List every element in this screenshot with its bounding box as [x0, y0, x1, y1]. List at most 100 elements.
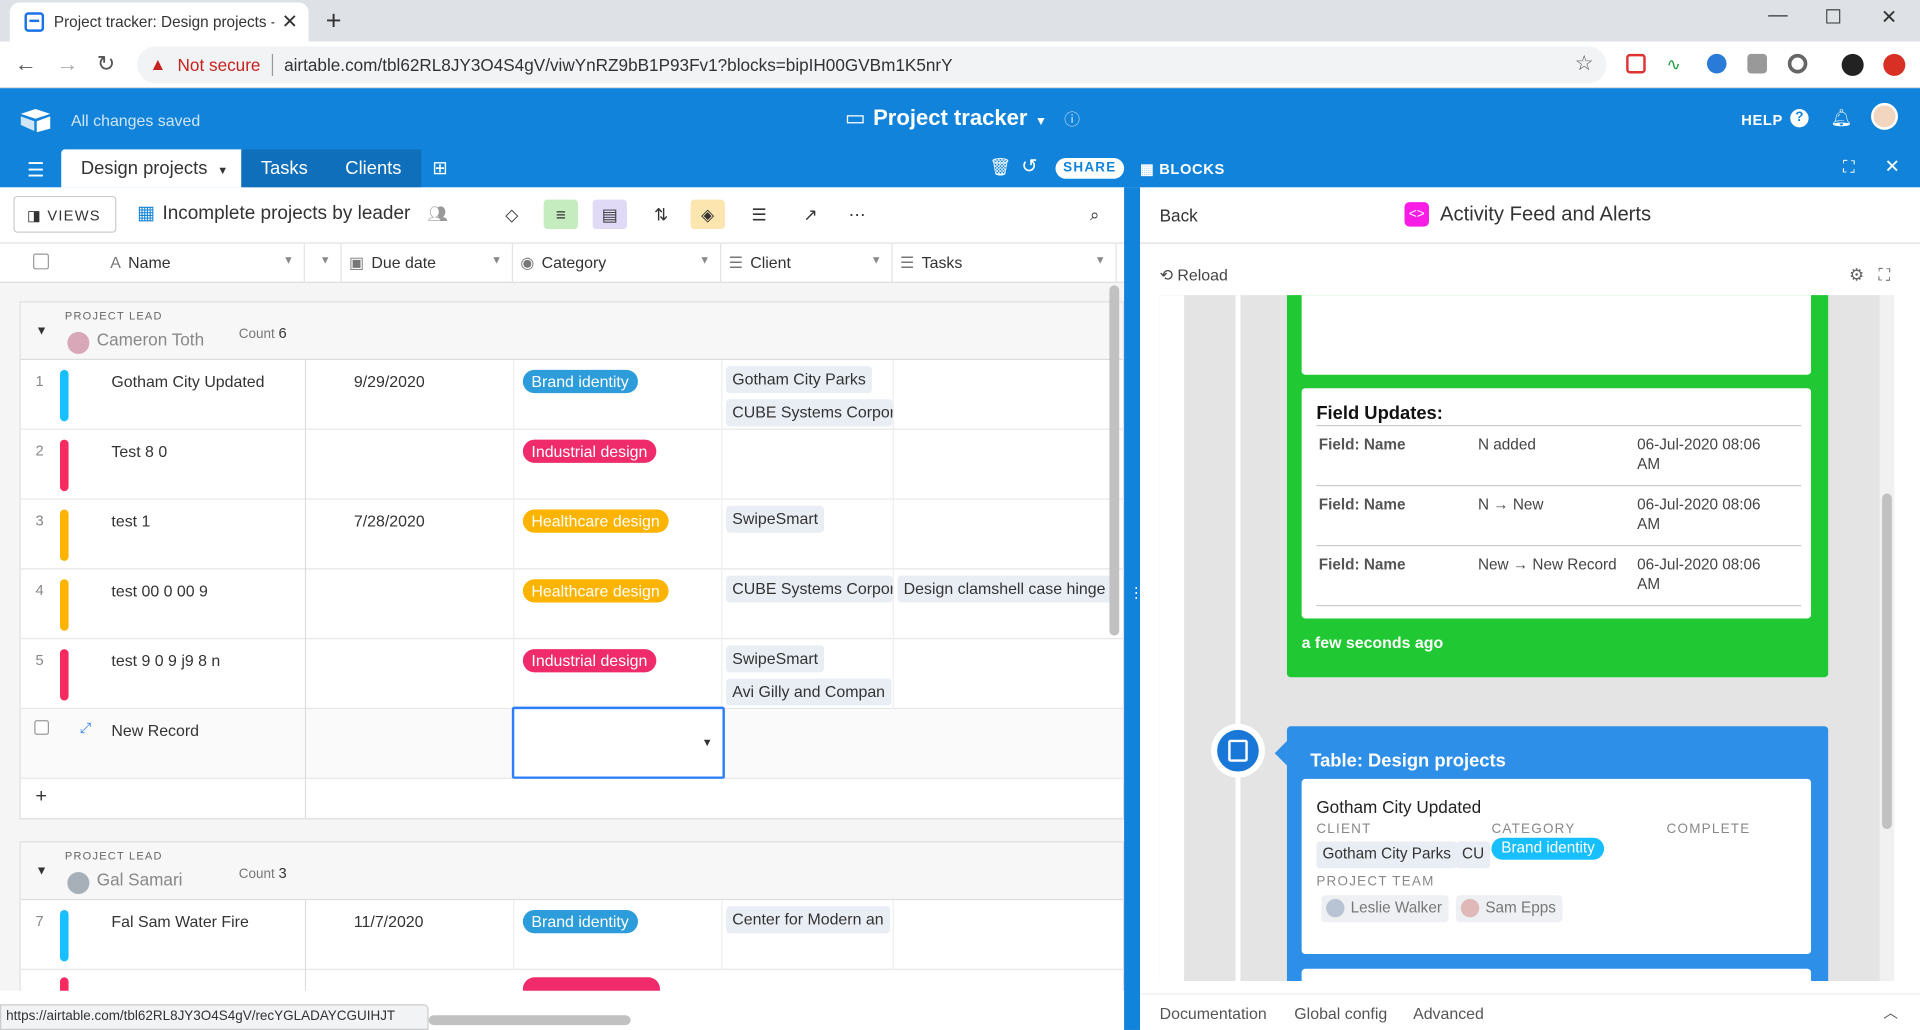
hide-fields-icon[interactable]: ◇: [495, 200, 529, 229]
category-pill[interactable]: Healthcare design: [522, 509, 669, 533]
extension-camera-icon[interactable]: [1747, 53, 1767, 74]
back-arrow-icon[interactable]: ←: [15, 51, 37, 77]
base-title[interactable]: ▭ Project tracker ▼ ⓘ: [845, 105, 1080, 131]
feed-scrollbar-track[interactable]: [1879, 295, 1895, 981]
column-header-client[interactable]: ☰ Client ▼: [721, 243, 893, 283]
collapse-caret-icon[interactable]: ▼: [36, 865, 48, 878]
column-header-name[interactable]: A Name ▼: [103, 243, 305, 283]
minimize-icon[interactable]: —: [1768, 5, 1788, 27]
tab-design-projects[interactable]: Design projects ▼: [61, 149, 248, 188]
table-row[interactable]: 1 Gotham City Updated 9/29/2020 Brand ident…: [20, 360, 1123, 430]
record-box[interactable]: Gotham City Updated CLIENT CATEGORY COMP…: [1301, 778, 1812, 955]
security-label[interactable]: Not secure: [178, 55, 261, 75]
color-bucket-icon[interactable]: ◈: [690, 199, 725, 230]
sort-icon[interactable]: ⇅: [644, 200, 678, 229]
task-chip[interactable]: Design clamshell case hinge: [897, 575, 1112, 603]
table-row[interactable]: 7 Fal Sam Water Fire 11/7/2020 Brand identi…: [20, 900, 1123, 970]
select-all-checkbox[interactable]: [33, 253, 49, 270]
feed-scrollbar-thumb[interactable]: [1882, 493, 1892, 830]
collapse-caret-icon[interactable]: ▼: [36, 325, 48, 338]
record-name[interactable]: Gotham City Updated: [111, 372, 264, 390]
row-checkbox[interactable]: [34, 720, 49, 735]
close-tab-icon[interactable]: ✕: [282, 10, 298, 34]
browser-tab[interactable]: Project tracker: Design projects - ✕: [9, 2, 309, 42]
grid-scrollbar[interactable]: [1109, 285, 1120, 636]
hamburger-menu-icon[interactable]: ☰: [27, 158, 45, 182]
horizontal-scrollbar[interactable]: [428, 1015, 631, 1026]
update-icon[interactable]: [1883, 53, 1906, 76]
category-cell-editor[interactable]: ▼: [511, 706, 725, 779]
extension-circle-icon[interactable]: [1787, 53, 1808, 74]
due-date[interactable]: 9/29/2020: [354, 372, 425, 390]
column-header-category[interactable]: ◉ Category ▼: [513, 243, 722, 283]
more-options-icon[interactable]: ⋯: [840, 200, 874, 229]
reload-button[interactable]: ⟲ Reload: [1160, 266, 1228, 286]
notification-bell-icon[interactable]: 🔔︎: [1831, 108, 1853, 129]
user-avatar[interactable]: [1871, 102, 1898, 130]
table-row[interactable]: 4 test 00 0 00 9 Healthcare design CUBE Sys…: [20, 569, 1123, 640]
forward-arrow-icon[interactable]: →: [56, 51, 78, 77]
client-chip[interactable]: Avi Gilly and Compan: [726, 678, 892, 706]
client-chip[interactable]: SwipeSmart: [726, 505, 825, 533]
client-chip[interactable]: Center for Modern an: [726, 906, 890, 934]
settings-gear-icon[interactable]: ⚙: [1849, 265, 1864, 286]
blocks-label[interactable]: ▦ BLOCKS: [1140, 160, 1225, 177]
due-date[interactable]: 7/28/2020: [354, 512, 425, 530]
share-view-icon[interactable]: ↗: [793, 200, 827, 229]
group-header[interactable]: ▼ PROJECT LEAD Cameron Toth Count 6: [20, 302, 1123, 361]
category-pill[interactable]: Industrial design: [522, 439, 656, 463]
record-name[interactable]: test 9 0 9 j9 8 n: [111, 652, 220, 670]
back-button[interactable]: Back: [1160, 206, 1198, 226]
expand-icon[interactable]: ⛶: [1878, 265, 1890, 286]
group-icon[interactable]: ▤: [592, 199, 627, 230]
table-row[interactable]: 5 test 9 0 9 j9 8 n Industrial design Swipe…: [20, 639, 1123, 710]
pane-resize-handle[interactable]: ⋮: [1124, 187, 1144, 1030]
record-name[interactable]: test 00 0 00 9: [111, 582, 207, 600]
close-blocks-icon[interactable]: ✕: [1885, 156, 1900, 178]
tab-tasks[interactable]: Tasks: [241, 149, 328, 188]
column-header-due-date[interactable]: ▣ Due date ▼: [342, 243, 514, 283]
search-icon[interactable]: ⌕: [1078, 200, 1112, 229]
table-row[interactable]: [20, 969, 1123, 991]
table-row[interactable]: 3 test 1 7/28/2020 Healthcare design SwipeSm…: [20, 499, 1123, 570]
trash-icon[interactable]: 🗑︎: [989, 157, 1011, 178]
category-pill[interactable]: Industrial design: [522, 649, 656, 673]
maximize-icon[interactable]: ☐: [1825, 5, 1843, 29]
record-name[interactable]: test 1: [111, 512, 150, 530]
category-pill[interactable]: Healthcare design: [522, 579, 669, 603]
new-tab-icon[interactable]: +: [326, 5, 342, 37]
record-name[interactable]: New Record: [111, 721, 199, 739]
table-row[interactable]: 2 Test 8 0 Industrial design: [20, 429, 1123, 500]
window-close-icon[interactable]: ✕: [1881, 5, 1897, 29]
extension-pulse-icon[interactable]: ∿: [1667, 54, 1687, 74]
add-record-row[interactable]: +: [20, 778, 1123, 819]
tab-clients[interactable]: Clients: [325, 149, 422, 188]
advanced-link[interactable]: Advanced: [1413, 1004, 1484, 1022]
info-icon[interactable]: ⓘ: [1064, 110, 1080, 128]
view-name[interactable]: ▦ Incomplete projects by leader 👥︎: [137, 202, 448, 225]
due-date[interactable]: 11/7/2020: [354, 912, 424, 930]
bookmark-star-icon[interactable]: ☆: [1575, 51, 1594, 75]
global-config-link[interactable]: Global config: [1294, 1004, 1387, 1022]
filter-icon[interactable]: ≡: [543, 199, 578, 230]
add-table-icon[interactable]: ⊞: [432, 157, 447, 179]
category-pill[interactable]: Brand identity: [522, 369, 638, 394]
fullscreen-icon[interactable]: ⛶: [1843, 157, 1855, 178]
extension-globe-icon[interactable]: [1706, 53, 1727, 74]
help-button[interactable]: HELP: [1741, 111, 1783, 128]
column-header-tasks[interactable]: ☰ Tasks ▼: [893, 243, 1117, 283]
record-name[interactable]: Test 8 0: [111, 442, 167, 460]
client-chip[interactable]: CUBE Systems Corpor: [726, 399, 893, 427]
row-height-icon[interactable]: ☰: [742, 200, 776, 229]
documentation-link[interactable]: Documentation: [1160, 1004, 1267, 1022]
expand-record-icon[interactable]: ⤢: [80, 719, 92, 737]
client-chip[interactable]: CUBE Systems Corpor: [726, 575, 893, 603]
views-button[interactable]: ◨ VIEWS: [13, 195, 117, 233]
url-bar[interactable]: ▲ Not secure airtable.com/tbl62RL8JY3O4S…: [137, 46, 1607, 84]
help-question-icon[interactable]: ?: [1790, 108, 1809, 128]
history-icon[interactable]: ↺: [1021, 154, 1037, 178]
group-header[interactable]: ▼ PROJECT LEAD Gal Samari Count 3: [20, 842, 1123, 901]
add-record-icon[interactable]: +: [36, 786, 47, 808]
extension-shield-icon[interactable]: [1626, 53, 1646, 74]
client-chip[interactable]: SwipeSmart: [726, 645, 825, 673]
